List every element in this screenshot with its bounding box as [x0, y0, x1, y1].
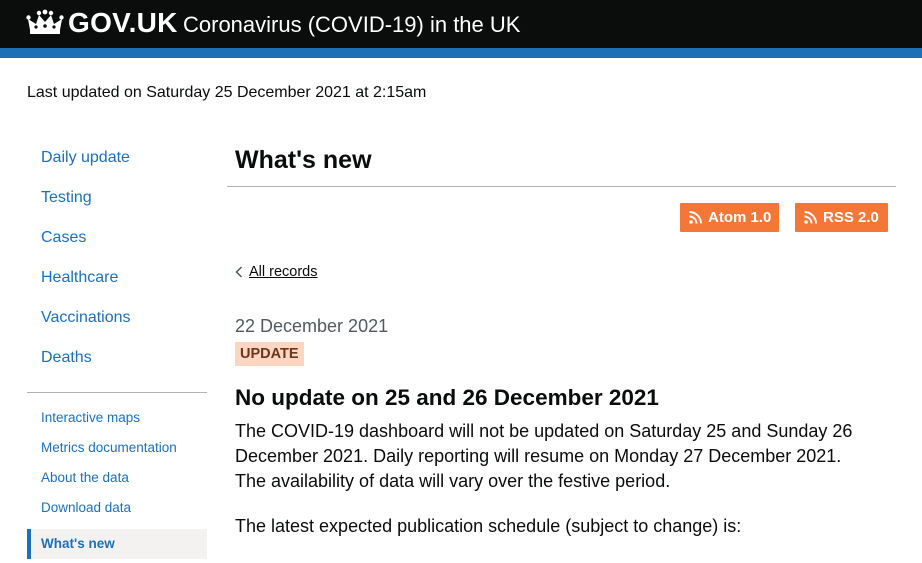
- service-name-link[interactable]: Coronavirus (COVID-19) in the UK: [183, 10, 520, 40]
- nav-about-the-data[interactable]: About the data: [41, 468, 129, 488]
- nav-daily-update[interactable]: Daily update: [41, 147, 130, 169]
- nav-metrics-documentation[interactable]: Metrics documentation: [41, 438, 177, 458]
- nav-whats-new-label: What's new: [41, 536, 115, 551]
- entry-schedule-intro: The latest expected publication schedule…: [235, 516, 742, 536]
- gov-uk-logo[interactable]: GOV.UK: [68, 6, 178, 40]
- nav-whats-new-active[interactable]: What's new: [27, 529, 207, 559]
- entry-type-tag: UPDATE: [235, 342, 304, 366]
- nav-healthcare[interactable]: Healthcare: [41, 267, 118, 289]
- rss-feed-button[interactable]: RSS 2.0: [795, 203, 888, 232]
- all-records-label: All records: [249, 264, 318, 280]
- title-divider: [227, 186, 896, 187]
- chevron-left-icon: [235, 266, 243, 278]
- rss-feed-label: RSS 2.0: [823, 209, 879, 226]
- atom-feed-label: Atom 1.0: [708, 209, 772, 226]
- nav-download-data[interactable]: Download data: [41, 498, 131, 518]
- header-stripe: [0, 48, 922, 58]
- nav-interactive-maps[interactable]: Interactive maps: [41, 408, 140, 428]
- nav-deaths[interactable]: Deaths: [41, 347, 92, 369]
- rss-icon: [804, 211, 817, 224]
- crown-icon: [26, 9, 64, 34]
- atom-feed-button[interactable]: Atom 1.0: [680, 203, 779, 232]
- last-updated-text: Last updated on Saturday 25 December 202…: [27, 84, 427, 101]
- entry-date: 22 December 2021: [235, 316, 389, 336]
- entry-heading: No update on 25 and 26 December 2021: [235, 385, 659, 410]
- nav-testing[interactable]: Testing: [41, 187, 92, 209]
- site-header: GOV.UK Coronavirus (COVID-19) in the UK: [0, 0, 922, 48]
- nav-vaccinations[interactable]: Vaccinations: [41, 307, 131, 329]
- page-title: What's new: [235, 146, 372, 174]
- rss-icon: [689, 211, 702, 224]
- nav-divider: [27, 392, 207, 393]
- nav-cases[interactable]: Cases: [41, 227, 86, 249]
- entry-body: The COVID-19 dashboard will not be updat…: [235, 421, 853, 491]
